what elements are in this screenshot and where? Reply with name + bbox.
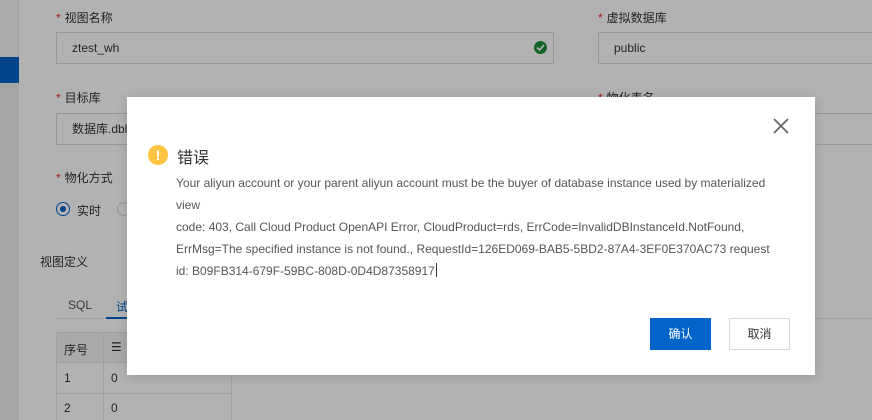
dialog-title: 错误 <box>177 148 210 167</box>
text-cursor <box>435 263 437 277</box>
confirm-button[interactable]: 确认 <box>650 318 711 350</box>
message-line: code: 403, Call Cloud Product OpenAPI Er… <box>176 216 776 282</box>
cancel-button[interactable]: 取消 <box>729 318 790 350</box>
dialog-message: Your aliyun account or your parent aliyu… <box>176 172 776 282</box>
message-text: code: 403, Call Cloud Product OpenAPI Er… <box>176 220 770 278</box>
close-icon[interactable] <box>772 117 790 135</box>
error-dialog: ! 错误 Your aliyun account or your parent … <box>127 97 815 375</box>
warning-icon: ! <box>148 145 168 165</box>
message-line: Your aliyun account or your parent aliyu… <box>176 176 766 212</box>
